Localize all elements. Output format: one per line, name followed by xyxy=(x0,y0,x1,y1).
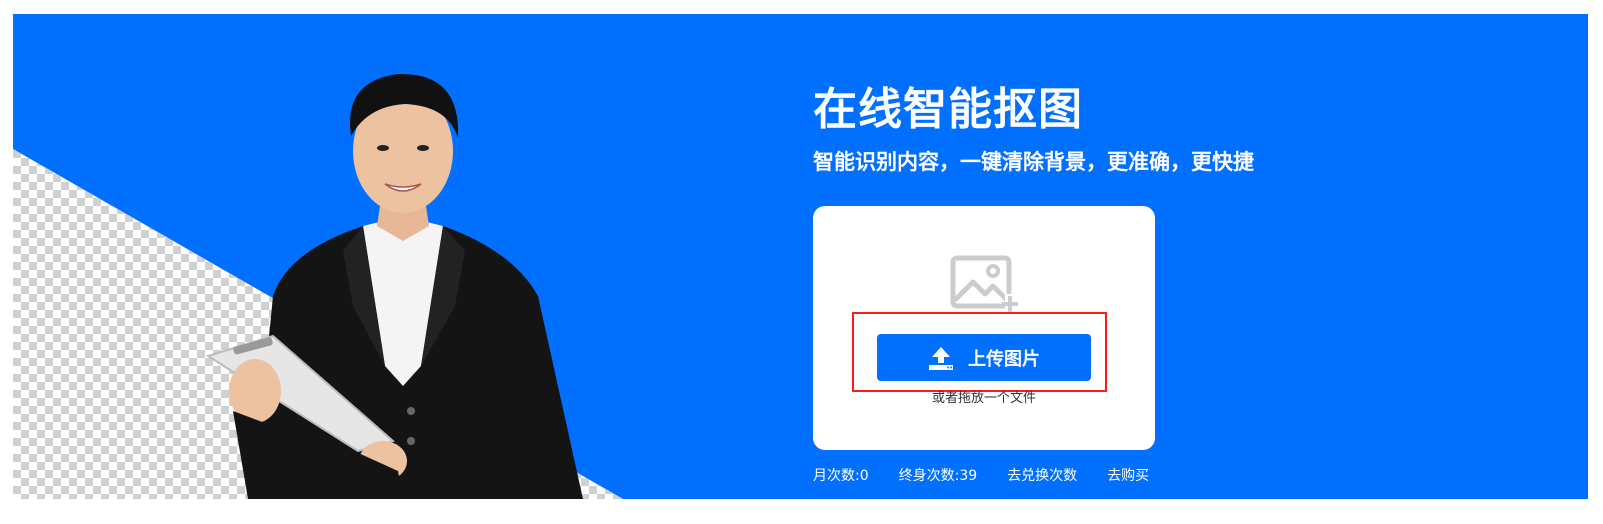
person-illustration xyxy=(205,73,583,499)
page-subtitle: 智能识别内容，一键清除背景，更准确，更快捷 xyxy=(813,150,1254,174)
upload-image-button[interactable]: 上传图片 xyxy=(877,334,1091,381)
upload-button-label: 上传图片 xyxy=(968,348,1040,370)
image-add-icon xyxy=(950,255,1019,314)
drag-drop-hint: 或者拖放一个文件 xyxy=(931,391,1036,406)
upload-icon xyxy=(929,346,953,370)
buy-link[interactable]: 去购买 xyxy=(1107,466,1149,486)
redeem-quota-link[interactable]: 去兑换次数 xyxy=(1007,466,1077,486)
upload-dropzone[interactable]: 上传图片 或者拖放一个文件 xyxy=(813,206,1155,450)
page-title: 在线智能抠图 xyxy=(813,84,1083,135)
lifetime-quota: 终身次数:39 xyxy=(898,468,978,484)
hero-banner: 在线智能抠图 智能识别内容，一键清除背景，更准确，更快捷 上传图片 或者拖放一个… xyxy=(13,14,1588,499)
monthly-quota: 月次数:0 xyxy=(813,468,869,484)
usage-stats: 月次数:0 终身次数:39 去兑换次数 去购买 xyxy=(813,466,1149,486)
